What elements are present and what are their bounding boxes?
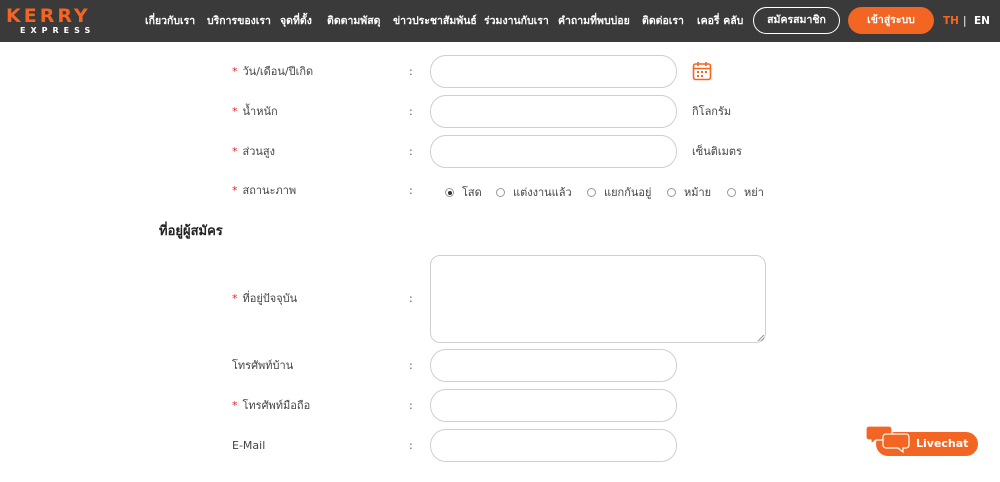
height-label-text: ส่วนสูง — [242, 145, 276, 158]
language-en-link[interactable]: EN — [974, 14, 990, 28]
colon-separator: : — [409, 65, 413, 78]
colon-separator: : — [409, 359, 413, 372]
weight-label-text: น้ำหนัก — [242, 105, 278, 118]
nav-item-tracking[interactable]: ติดตามพัสดุ — [327, 14, 380, 28]
mobile-phone-label-text: โทรศัพท์มือถือ — [242, 399, 311, 412]
colon-separator: : — [409, 105, 413, 118]
radio-separated-label: แยกกันอยู่ — [604, 186, 652, 199]
radio-divorced-label: หย่า — [744, 186, 764, 199]
nav-item-faq[interactable]: คำถามที่พบบ่อย — [558, 14, 630, 28]
radio-single-label: โสด — [462, 186, 482, 199]
colon-separator: : — [409, 399, 413, 412]
language-th-link[interactable]: TH — [943, 14, 959, 28]
nav-item-contact[interactable]: ติดต่อเรา — [642, 14, 684, 28]
nav-item-services[interactable]: บริการของเรา — [207, 14, 271, 28]
height-input[interactable] — [430, 135, 677, 168]
marital-status-label-text: สถานะภาพ — [242, 184, 297, 197]
radio-button-selected[interactable] — [445, 188, 454, 197]
livechat-label: Livechat — [916, 437, 969, 450]
height-unit-label: เซ็นติเมตร — [692, 145, 742, 158]
register-button[interactable]: สมัครสมาชิก — [753, 7, 840, 34]
email-input[interactable] — [430, 429, 677, 462]
nav-item-locations[interactable]: จุดที่ตั้ง — [280, 14, 312, 28]
home-phone-input[interactable] — [430, 349, 677, 382]
livechat-button[interactable]: Livechat — [866, 424, 978, 456]
current-address-textarea[interactable] — [430, 255, 766, 343]
mobile-phone-label: * โทรศัพท์มือถือ — [232, 399, 310, 413]
mobile-phone-input[interactable] — [430, 389, 677, 422]
radio-married[interactable]: แต่งงานแล้ว — [496, 186, 572, 200]
current-address-label-text: ที่อยู่ปัจจุบัน — [242, 292, 298, 305]
weight-input[interactable] — [430, 95, 677, 128]
nav-item-careers[interactable]: ร่วมงานกับเรา — [484, 14, 549, 28]
radio-separated[interactable]: แยกกันอยู่ — [587, 186, 651, 200]
logo-subtitle: EXPRESS — [20, 26, 96, 35]
nav-item-news[interactable]: ข่าวประชาสัมพันธ์ — [393, 14, 477, 28]
top-navigation-bar: KERRY EXPRESS เกี่ยวกับเรา บริการของเรา … — [0, 0, 1000, 42]
language-separator: | — [963, 15, 967, 27]
required-mark: * — [232, 292, 238, 305]
login-button[interactable]: เข้าสู่ระบบ — [848, 7, 934, 34]
required-mark: * — [232, 145, 238, 158]
calendar-icon[interactable] — [692, 61, 712, 81]
radio-button[interactable] — [496, 188, 505, 197]
height-label: * ส่วนสูง — [232, 145, 275, 159]
colon-separator: : — [409, 292, 413, 305]
radio-widowed[interactable]: หม้าย — [667, 186, 711, 200]
email-label-text: E-Mail — [232, 439, 266, 452]
required-mark: * — [232, 105, 238, 118]
birthdate-label-text: วัน/เดือน/ปีเกิด — [242, 65, 314, 78]
textarea-resize-handle-icon[interactable] — [757, 334, 765, 342]
chat-bubbles-icon — [866, 425, 910, 454]
required-mark: * — [232, 399, 238, 412]
address-section-title: ที่อยู่ผู้สมัคร — [159, 224, 223, 239]
required-mark: * — [232, 184, 238, 197]
radio-widowed-label: หม้าย — [684, 186, 712, 199]
logo-wordmark: KERRY — [6, 5, 91, 27]
radio-single[interactable]: โสด — [445, 186, 482, 200]
birthdate-input[interactable] — [430, 55, 677, 88]
marital-status-label: * สถานะภาพ — [232, 184, 296, 198]
radio-button[interactable] — [667, 188, 676, 197]
colon-separator: : — [409, 439, 413, 452]
radio-button[interactable] — [727, 188, 736, 197]
email-label: E-Mail — [232, 439, 265, 453]
nav-item-kerry-club[interactable]: เคอรี่ คลับ — [697, 14, 743, 28]
required-mark: * — [232, 65, 238, 78]
nav-item-about[interactable]: เกี่ยวกับเรา — [145, 14, 195, 28]
colon-separator: : — [409, 145, 413, 158]
home-phone-label-text: โทรศัพท์บ้าน — [232, 359, 294, 372]
colon-separator: : — [409, 184, 413, 197]
current-address-label: * ที่อยู่ปัจจุบัน — [232, 292, 297, 306]
radio-button[interactable] — [587, 188, 596, 197]
home-phone-label: โทรศัพท์บ้าน — [232, 359, 293, 373]
birthdate-label: * วัน/เดือน/ปีเกิด — [232, 65, 313, 79]
weight-label: * น้ำหนัก — [232, 105, 278, 119]
weight-unit-label: กิโลกรัม — [692, 105, 732, 118]
kerry-express-logo[interactable]: KERRY EXPRESS — [6, 6, 110, 36]
radio-divorced[interactable]: หย่า — [727, 186, 764, 200]
radio-married-label: แต่งงานแล้ว — [513, 186, 572, 199]
